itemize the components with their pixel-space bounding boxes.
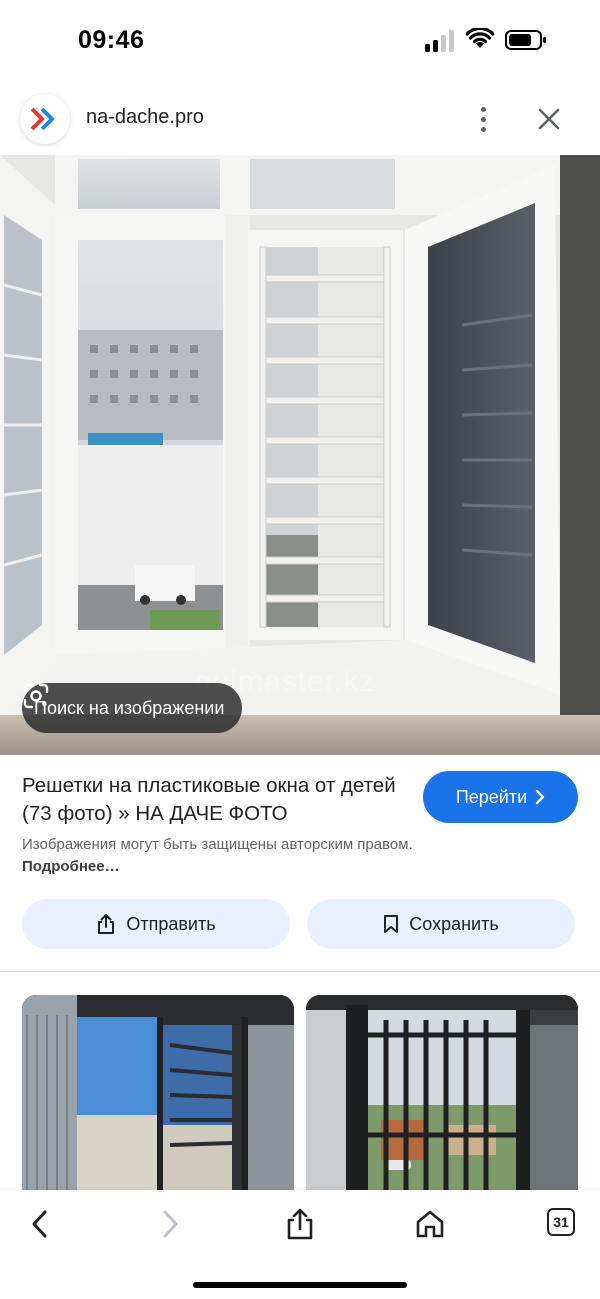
- section-divider: [0, 971, 600, 972]
- related-image-thumbnail[interactable]: [22, 995, 294, 1195]
- cellular-signal-icon: [425, 30, 457, 52]
- related-photo-1: [22, 995, 294, 1195]
- chevron-left-icon: [32, 1210, 47, 1238]
- visit-button-label: Перейти: [455, 786, 528, 807]
- tabs-button[interactable]: 31: [547, 1208, 575, 1236]
- site-logo[interactable]: [20, 94, 70, 144]
- visual-search-chip[interactable]: Поиск на изображении: [22, 683, 243, 733]
- share-button-label: Отправить: [126, 913, 216, 934]
- main-image[interactable]: gulmaster.kz Поиск на изображении: [0, 155, 600, 755]
- related-image-thumbnail[interactable]: [306, 995, 578, 1195]
- home-icon: [416, 1210, 444, 1238]
- share-page-button[interactable]: [280, 1204, 320, 1244]
- visual-search-label: Поиск на изображении: [34, 697, 225, 718]
- copyright-text: Изображения могут быть защищены авторски…: [22, 836, 413, 853]
- share-icon: [98, 914, 115, 934]
- more-options-button[interactable]: [466, 98, 500, 140]
- lens-search-icon: [23, 683, 49, 709]
- site-domain[interactable]: na-dache.pro: [86, 106, 204, 129]
- status-bar: 09:46: [0, 0, 600, 84]
- visit-button[interactable]: Перейти: [423, 771, 578, 823]
- bookmark-icon: [384, 915, 399, 933]
- result-title[interactable]: Решетки на пластиковые окна от детей (73…: [22, 772, 407, 828]
- battery-icon: [505, 30, 546, 50]
- back-button[interactable]: [20, 1204, 60, 1244]
- status-time: 09:46: [78, 26, 145, 54]
- browser-header: na-dache.pro: [0, 84, 600, 154]
- learn-more-link[interactable]: Подробнее…: [22, 858, 120, 875]
- share-icon: [287, 1208, 313, 1240]
- close-icon[interactable]: [532, 102, 566, 136]
- chevron-right-icon: [163, 1210, 178, 1238]
- wifi-icon: [466, 28, 494, 48]
- chevron-right-icon: [535, 789, 545, 805]
- forward-button[interactable]: [150, 1204, 190, 1244]
- home-indicator: [193, 1282, 407, 1288]
- save-button-label: Сохранить: [409, 913, 499, 934]
- more-vert-icon: [480, 106, 486, 112]
- copyright-note: Изображения могут быть защищены авторски…: [22, 834, 442, 878]
- na-dache-chevrons-logo-icon: [30, 107, 55, 131]
- related-photo-2: [306, 995, 578, 1195]
- save-button[interactable]: Сохранить: [307, 899, 575, 949]
- home-button[interactable]: [410, 1204, 450, 1244]
- share-button[interactable]: Отправить: [22, 899, 290, 949]
